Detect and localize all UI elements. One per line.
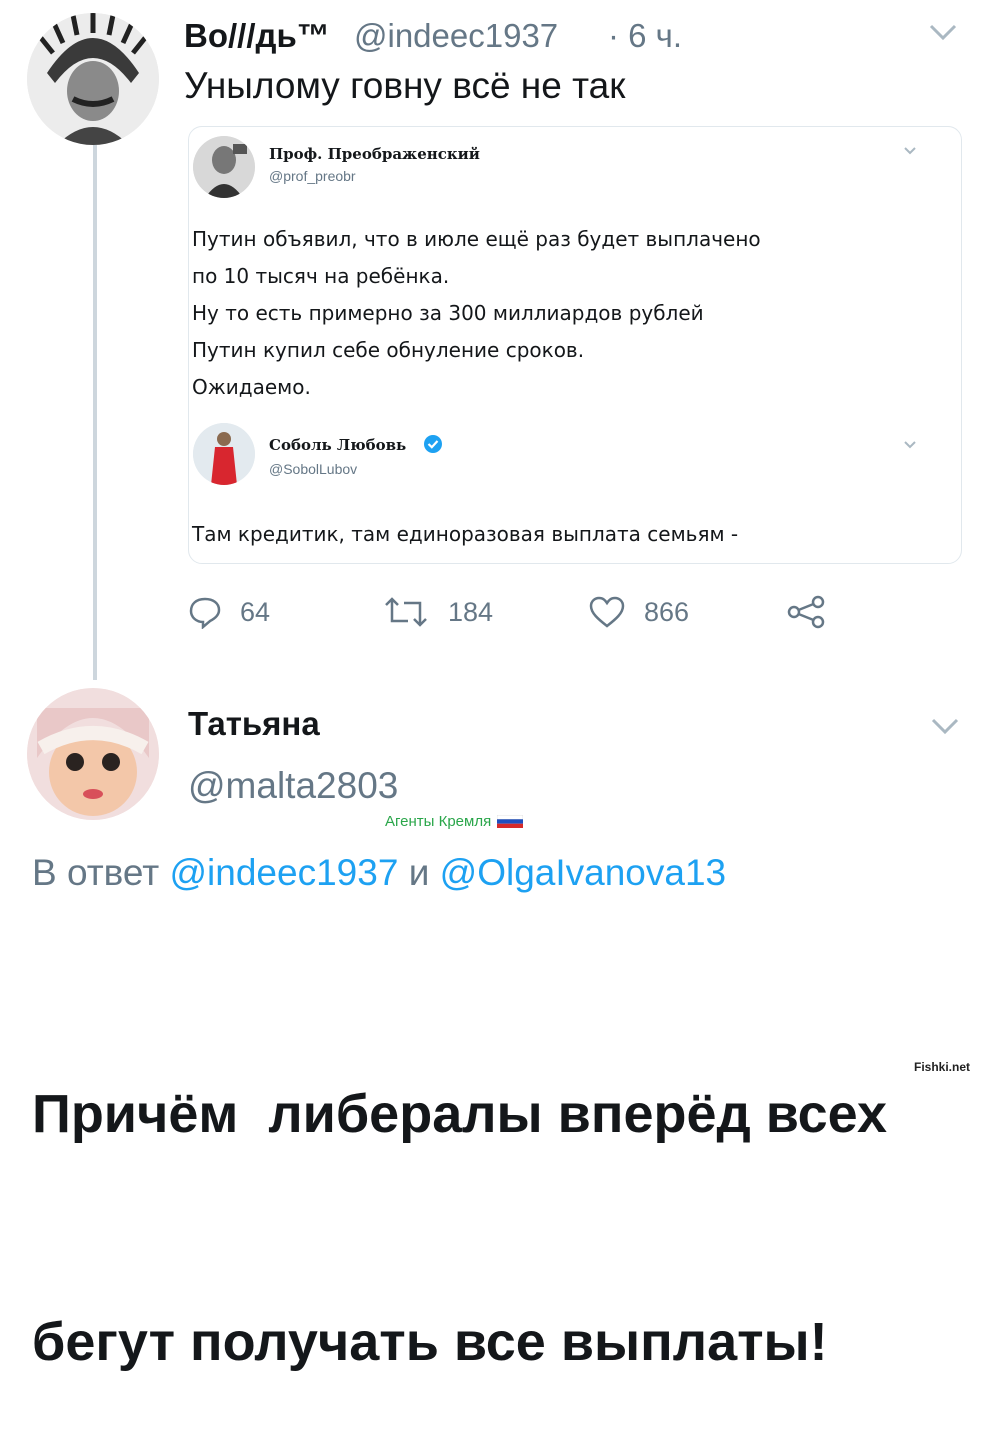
nested-name[interactable]: Соболь Любовь [269,436,406,454]
quoted-line: Ну то есть примерно за 300 миллиардов ру… [192,301,704,325]
chevron-down-icon[interactable] [930,716,960,741]
quoted-text: Путин объявил, что в июле ещё раз будет … [192,221,761,406]
tweet1-name[interactable]: Во///дь™ [184,16,330,56]
reply-prefix: В ответ [32,852,160,893]
like-count: 866 [644,596,690,627]
reply-icon [189,597,221,629]
tweet1-time[interactable]: · 6 ч. [608,16,682,56]
tweet2-line: Причём либералы вперёд всех [32,1084,888,1144]
reply-join: и [408,852,430,893]
nested-handle[interactable]: @SobolLubov [269,461,357,477]
chevron-down-icon[interactable] [928,22,958,47]
nested-text: Там кредитик, там единоразовая выплата с… [192,522,739,546]
like-icon [589,596,625,628]
avatar-sobol[interactable] [193,423,255,485]
tweet2-name[interactable]: Татьяна [188,704,320,744]
chevron-down-icon[interactable] [903,143,917,161]
retweet-icon [385,597,427,627]
quoted-line: по 10 тысяч на ребёнка. [192,264,450,288]
quoted-handle[interactable]: @prof_preobr [269,168,356,184]
avatar-vozhd[interactable] [27,13,159,145]
retweet-button[interactable]: 184 [382,592,493,632]
status-badge: Агенты Кремля [385,813,524,830]
flag-icon [497,815,524,828]
reply-mention-2[interactable]: @OlgaIvanova13 [440,852,726,893]
retweet-count: 184 [448,596,494,627]
chevron-down-icon[interactable] [903,437,917,455]
reply-button[interactable]: 64 [188,592,270,632]
badge-label: Агенты Кремля [385,813,492,830]
quoted-name[interactable]: Проф. Преображенский [269,145,480,163]
quoted-line: Путин купил себе обнуление сроков. [192,338,585,362]
share-button[interactable] [786,592,844,632]
avatar-preobr[interactable] [193,136,255,198]
reply-context: В ответ @indeec1937 и @OlgaIvanova13 [32,851,726,895]
tweet1-handle[interactable]: @indeec1937 [354,16,558,56]
share-icon [787,595,825,629]
watermark: Fishki.net [914,1060,971,1074]
tweet1-text: Унылому говну всё не так [184,65,626,106]
reply-mention-1[interactable]: @indeec1937 [170,852,399,893]
like-button[interactable]: 866 [588,592,689,632]
tweet2-handle[interactable]: @malta2803 [188,764,398,808]
quoted-line: Путин объявил, что в июле ещё раз будет … [192,227,761,251]
thread-line [93,140,97,680]
reply-count: 64 [240,596,271,627]
quoted-line: Ожидаемо. [192,375,311,399]
verified-icon [423,434,443,459]
tweet2-text: Причём либералы вперёд всех бегут получа… [32,924,887,1456]
quoted-tweet-card[interactable]: Проф. Преображенский @prof_preobr Путин … [188,126,962,564]
avatar-tatyana[interactable] [27,688,159,820]
tweet2-line: бегут получать все выплаты! [32,1312,828,1372]
